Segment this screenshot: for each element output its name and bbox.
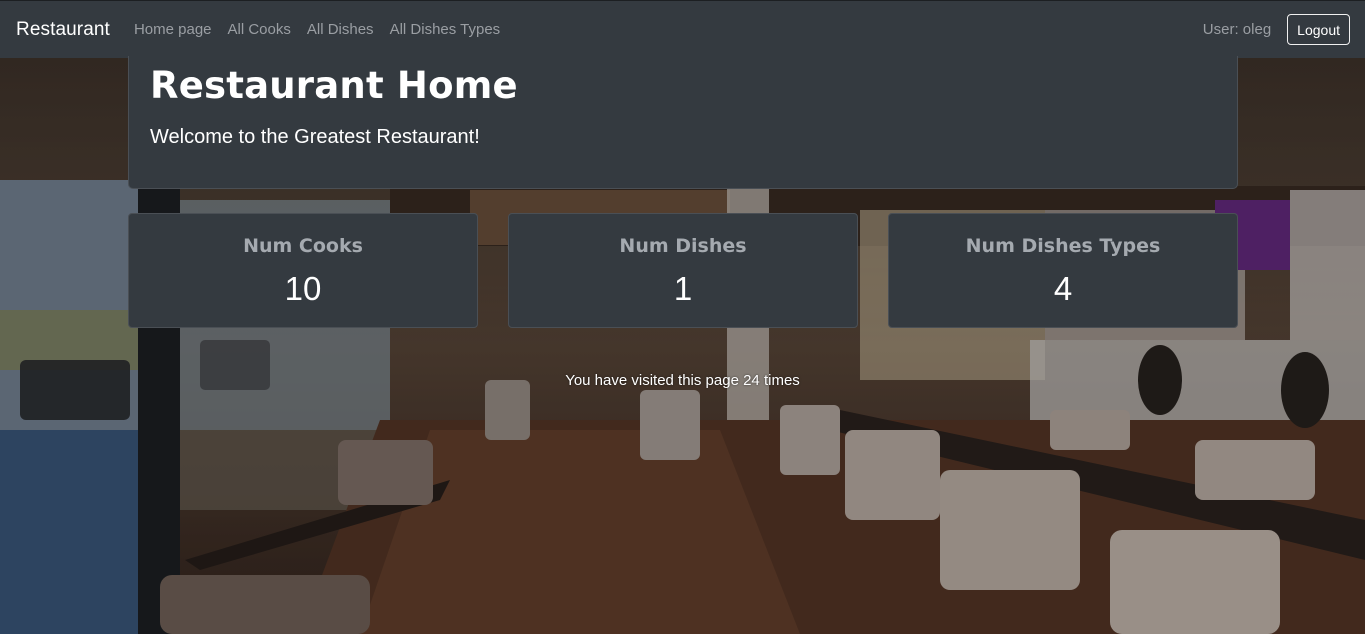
stat-card-num-cooks: Num Cooks 10 [128,213,478,328]
stat-card-title: Num Dishes [619,235,747,257]
stat-card-value: 1 [673,270,693,307]
hero-panel: Restaurant Home Welcome to the Greatest … [128,56,1238,189]
stat-card-title: Num Cooks [243,235,363,257]
stat-card-value: 10 [284,270,322,307]
stat-card-title: Num Dishes Types [965,235,1161,257]
navbar-brand[interactable]: Restaurant [16,19,110,41]
stat-card-num-dishes: Num Dishes 1 [508,213,858,328]
nav-link-all-dishes-types[interactable]: All Dishes Types [390,21,501,38]
welcome-message: Welcome to the Greatest Restaurant! [150,126,480,148]
user-label: User: oleg [1202,21,1272,38]
page-title: Restaurant Home [150,64,518,107]
nav-link-all-cooks[interactable]: All Cooks [228,21,291,38]
nav-link-all-dishes[interactable]: All Dishes [307,21,374,38]
logout-button[interactable]: Logout [1287,14,1350,45]
stat-card-value: 4 [1053,270,1073,307]
page: Restaurant Home page All Cooks All Dishe… [0,0,1365,634]
top-navbar: Restaurant Home page All Cooks All Dishe… [0,0,1365,58]
visit-counter-text: You have visited this page 24 times [565,372,800,389]
nav-link-home-page[interactable]: Home page [134,21,212,38]
stat-card-num-dishes-types: Num Dishes Types 4 [888,213,1238,328]
